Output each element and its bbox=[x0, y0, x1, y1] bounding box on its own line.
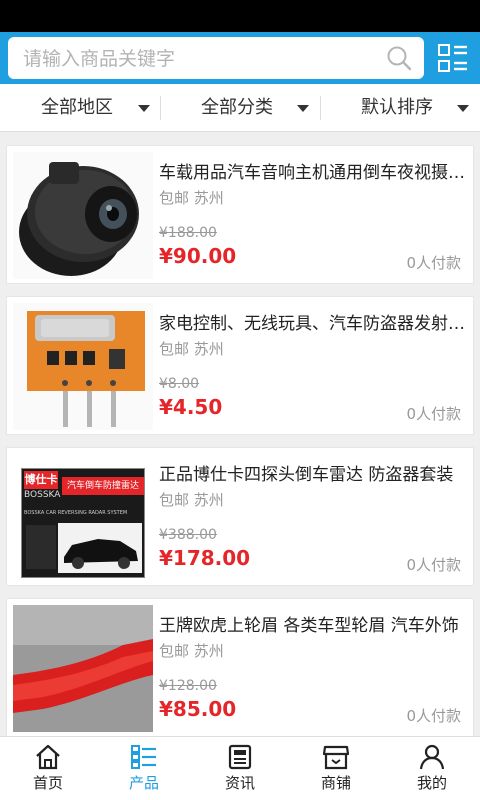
product-original-price: ¥188.00 bbox=[159, 225, 217, 241]
filter-category-label: 全部分类 bbox=[201, 97, 273, 118]
product-original-price: ¥128.00 bbox=[159, 678, 217, 694]
product-title: 车载用品汽车音响主机通用倒车夜视摄像头 bbox=[159, 163, 465, 183]
product-title: 家电控制、无线玩具、汽车防盗器发射模块 bbox=[159, 314, 465, 334]
tab-me[interactable]: 我的 bbox=[384, 737, 480, 800]
product-image[interactable] bbox=[13, 152, 153, 279]
shop-icon bbox=[322, 745, 350, 770]
product-card[interactable]: 王牌欧虎上轮眉 各类车型轮眉 汽车外饰 包邮 苏州 ¥128.00 ¥85.00… bbox=[6, 598, 474, 737]
search-icon[interactable] bbox=[386, 45, 412, 71]
tab-news-label: 资讯 bbox=[224, 774, 255, 792]
top-header: 请输入商品关键字 bbox=[0, 32, 480, 84]
product-image[interactable] bbox=[13, 303, 153, 430]
product-original-price: ¥388.00 bbox=[159, 527, 217, 543]
filter-region[interactable]: 全部地区 bbox=[0, 84, 160, 132]
product-shipping: 包邮 苏州 bbox=[159, 189, 224, 207]
box-subline: BOSSKA CAR REVERSING RADAR SYSTEM bbox=[24, 510, 128, 516]
tab-news[interactable]: 资讯 bbox=[192, 737, 288, 800]
product-price: ¥178.00 bbox=[159, 546, 251, 570]
product-price: ¥90.00 bbox=[159, 244, 237, 268]
bottom-tab-bar: 首页 产品 资讯 商铺 我的 bbox=[0, 736, 480, 800]
product-image[interactable]: 博仕卡 BOSSKA 汽车倒车防撞雷达 BOSSKA CAR REVERSING… bbox=[13, 454, 153, 581]
product-title: 正品博仕卡四探头倒车雷达 防盗器套装 bbox=[159, 465, 454, 485]
tab-shop[interactable]: 商铺 bbox=[288, 737, 384, 800]
status-bar bbox=[0, 0, 480, 32]
product-box-art: 博仕卡 BOSSKA 汽车倒车防撞雷达 BOSSKA CAR REVERSING… bbox=[21, 468, 145, 578]
search-input[interactable]: 请输入商品关键字 bbox=[8, 37, 424, 79]
product-title: 王牌欧虎上轮眉 各类车型轮眉 汽车外饰 bbox=[159, 616, 459, 636]
chevron-down-icon bbox=[297, 105, 309, 112]
tab-products[interactable]: 产品 bbox=[96, 737, 192, 800]
product-sales-count: 0人付款 bbox=[406, 556, 461, 574]
tab-home[interactable]: 首页 bbox=[0, 737, 96, 800]
product-price: ¥4.50 bbox=[159, 395, 223, 419]
filter-sort-label: 默认排序 bbox=[361, 97, 433, 118]
product-shipping: 包邮 苏州 bbox=[159, 642, 224, 660]
chevron-down-icon bbox=[138, 105, 150, 112]
product-card[interactable]: 博仕卡 BOSSKA 汽车倒车防撞雷达 BOSSKA CAR REVERSING… bbox=[6, 447, 474, 586]
product-sales-count: 0人付款 bbox=[406, 707, 461, 725]
product-list-icon bbox=[131, 745, 156, 769]
product-shipping: 包邮 苏州 bbox=[159, 491, 224, 509]
tab-home-label: 首页 bbox=[32, 774, 63, 792]
box-side-panel bbox=[26, 525, 56, 569]
product-sales-count: 0人付款 bbox=[406, 405, 461, 423]
chevron-down-icon bbox=[457, 105, 469, 112]
box-brand-cn: 博仕卡 bbox=[24, 471, 58, 489]
tab-products-label: 产品 bbox=[128, 774, 159, 792]
product-card[interactable]: 车载用品汽车音响主机通用倒车夜视摄像头 包邮 苏州 ¥188.00 ¥90.00… bbox=[6, 145, 474, 284]
tab-shop-label: 商铺 bbox=[320, 774, 351, 792]
grid-menu-icon[interactable] bbox=[436, 41, 470, 75]
user-icon bbox=[419, 744, 445, 770]
product-original-price: ¥8.00 bbox=[159, 376, 200, 392]
product-card[interactable]: 家电控制、无线玩具、汽车防盗器发射模块 包邮 苏州 ¥8.00 ¥4.50 0人… bbox=[6, 296, 474, 435]
filter-sort[interactable]: 默认排序 bbox=[321, 84, 480, 132]
search-placeholder: 请输入商品关键字 bbox=[23, 48, 176, 70]
product-shipping: 包邮 苏州 bbox=[159, 340, 224, 358]
news-icon bbox=[228, 744, 252, 770]
car-image bbox=[58, 523, 142, 573]
product-image[interactable] bbox=[13, 605, 153, 732]
box-headline: 汽车倒车防撞雷达 bbox=[62, 477, 144, 495]
home-icon bbox=[36, 744, 60, 770]
filter-bar: 全部地区 全部分类 默认排序 bbox=[0, 84, 480, 132]
filter-category[interactable]: 全部分类 bbox=[161, 84, 320, 132]
product-sales-count: 0人付款 bbox=[406, 254, 461, 272]
product-price: ¥85.00 bbox=[159, 697, 237, 721]
box-brand-en: BOSSKA bbox=[24, 490, 61, 500]
filter-region-label: 全部地区 bbox=[41, 97, 113, 118]
tab-me-label: 我的 bbox=[416, 774, 447, 792]
